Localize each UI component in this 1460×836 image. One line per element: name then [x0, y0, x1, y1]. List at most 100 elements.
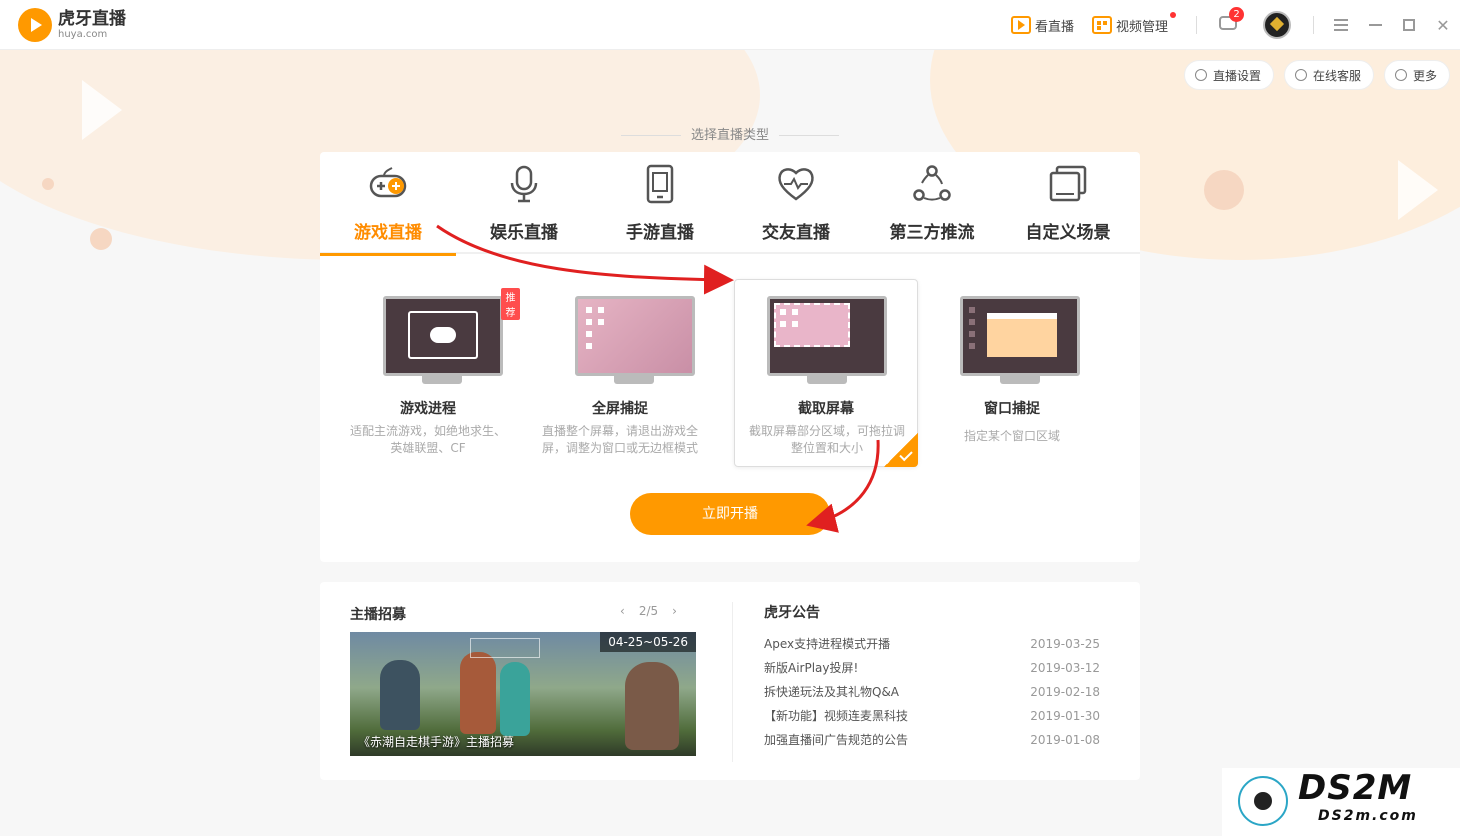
minimize-icon	[1368, 24, 1382, 26]
title-bar-actions: 看直播 视频管理 2 ✕	[1010, 0, 1460, 50]
desktop-icons	[586, 307, 592, 313]
title-bar: 虎牙直播 huya.com 看直播 视频管理 2 ✕	[0, 0, 1460, 50]
notice-date: 2019-02-18	[1030, 685, 1100, 699]
recruit-title: 主播招募	[350, 607, 406, 623]
banner-game-logo	[470, 638, 540, 658]
banner-date: 04-25~05-26	[600, 632, 696, 652]
minimize-button[interactable]	[1358, 0, 1392, 50]
gamepad-icon	[369, 167, 407, 198]
watermark-logo: DS2M DS2m.com	[1222, 768, 1460, 836]
logo-text: 虎牙直播 huya.com	[58, 8, 126, 40]
tab-custom-scene[interactable]: 自定义场景	[1000, 152, 1136, 254]
tab-label: 游戏直播	[354, 223, 422, 243]
huya-logo-icon	[18, 8, 52, 42]
decor-dot	[90, 228, 112, 250]
option-title: 截取屏幕	[798, 401, 854, 417]
option-full-screen[interactable]: 全屏捕捉 直播整个屏幕，请退出游戏全屏，调整为窗口或无边框模式	[528, 280, 712, 468]
decor-dot	[42, 178, 54, 190]
banner-figure	[460, 652, 496, 734]
app-name: 虎牙直播	[58, 8, 126, 29]
option-region-capture[interactable]: 截取屏幕 截取屏幕部分区域，可拖拉调整位置和大小	[734, 279, 918, 467]
online-service-button[interactable]: 在线客服	[1283, 60, 1374, 90]
notice-text: 新版AirPlay投屏!	[764, 661, 859, 675]
monitor-stand	[422, 376, 462, 384]
tab-third-party-stream[interactable]: 第三方推流	[864, 152, 1000, 254]
banner-figure	[500, 662, 530, 736]
desktop-icons	[780, 309, 786, 315]
close-button[interactable]: ✕	[1426, 0, 1460, 50]
section-title-text: 选择直播类型	[690, 128, 769, 143]
notice-date: 2019-03-12	[1030, 661, 1100, 675]
atom-icon	[1238, 776, 1288, 826]
share-nodes-icon	[913, 165, 951, 201]
live-settings-button[interactable]: 直播设置	[1183, 60, 1274, 90]
more-button[interactable]: 更多	[1383, 60, 1450, 90]
live-type-tabs: 游戏直播 娱乐直播 手游直播 交友直播 第三方推流 自定义场景	[320, 152, 1140, 256]
banner-figure	[625, 662, 679, 750]
option-desc: 直播整个屏幕，请退出游戏全屏，调整为窗口或无边框模式	[542, 424, 699, 455]
option-title: 全屏捕捉	[592, 401, 648, 417]
notice-text: Apex支持进程模式开播	[764, 637, 891, 651]
watermark-domain: DS2m.com	[1318, 808, 1418, 824]
user-avatar[interactable]	[1263, 11, 1291, 39]
quick-actions: 直播设置 在线客服 更多	[1174, 60, 1450, 90]
decor-dot	[1204, 170, 1244, 210]
notice-item[interactable]: 【新功能】视频连麦黑科技 2019-01-30	[764, 704, 1100, 728]
microphone-icon	[510, 165, 538, 203]
monitor-window-icon	[960, 296, 1080, 376]
divider	[1196, 16, 1197, 34]
option-title: 窗口捕捉	[984, 401, 1040, 417]
start-live-button[interactable]: 立即开播	[630, 493, 830, 535]
gamepad-icon	[430, 327, 456, 343]
gear-icon	[1194, 69, 1207, 81]
recruit-banner[interactable]: 04-25~05-26 《赤潮自走棋手游》主播招募	[350, 632, 696, 756]
maximize-button[interactable]	[1392, 0, 1426, 50]
app-logo[interactable]: 虎牙直播 huya.com	[18, 8, 126, 42]
notice-text: 【新功能】视频连麦黑科技	[764, 709, 909, 723]
banner-figure	[380, 660, 420, 730]
hamburger-icon	[1334, 24, 1348, 26]
section-title: 选择直播类型	[0, 124, 1460, 143]
tab-entertainment-live[interactable]: 娱乐直播	[456, 152, 592, 254]
messages-button[interactable]: 2	[1219, 7, 1244, 34]
notice-item[interactable]: Apex支持进程模式开播 2019-03-25	[764, 632, 1100, 656]
notice-text: 拆快递玩法及其礼物Q&A	[764, 685, 900, 699]
notice-date: 2019-01-08	[1030, 733, 1100, 747]
divider	[1313, 16, 1314, 34]
live-settings-label: 直播设置	[1212, 68, 1261, 83]
watermark-text: DS2M	[1298, 768, 1413, 808]
heart-pulse-icon	[778, 168, 814, 201]
option-game-process[interactable]: 推荐 游戏进程 适配主流游戏，如绝地求生、英雄联盟、CF	[336, 280, 520, 468]
notice-date: 2019-01-30	[1030, 709, 1100, 723]
close-icon: ✕	[1436, 15, 1450, 35]
tab-game-live[interactable]: 游戏直播	[320, 152, 456, 256]
divider	[732, 602, 733, 762]
menu-button[interactable]	[1324, 0, 1358, 50]
next-arrow-icon[interactable]: ›	[672, 604, 677, 618]
maximize-icon	[1403, 19, 1415, 31]
more-label: 更多	[1412, 68, 1437, 83]
monitor-stand	[614, 376, 654, 384]
tab-mobile-game-live[interactable]: 手游直播	[592, 152, 728, 254]
option-window-capture[interactable]: 窗口捕捉 指定某个窗口区域	[920, 280, 1104, 468]
notice-date: 2019-03-25	[1030, 637, 1100, 651]
phone-icon	[646, 164, 674, 204]
option-desc: 适配主流游戏，如绝地求生、英雄联盟、CF	[350, 424, 507, 455]
tab-label: 手游直播	[626, 223, 694, 243]
watch-live-label: 看直播	[1034, 19, 1074, 35]
notice-item[interactable]: 加强直播间广告规范的公告 2019-01-08	[764, 728, 1100, 752]
tab-dating-live[interactable]: 交友直播	[728, 152, 864, 254]
tab-label: 第三方推流	[889, 223, 975, 243]
message-count-badge: 2	[1229, 7, 1244, 22]
watch-live-button[interactable]: 看直播	[1010, 16, 1074, 35]
decor-play-icon	[1398, 160, 1438, 220]
info-card: 主播招募 ‹ 2/5 › 04-25~05-26 《赤潮自走棋手游》主播招募 虎牙公…	[320, 582, 1140, 780]
notice-item[interactable]: 拆快递玩法及其礼物Q&A 2019-02-18	[764, 680, 1100, 704]
tab-label: 交友直播	[762, 223, 830, 243]
prev-arrow-icon[interactable]: ‹	[620, 604, 625, 618]
notice-item[interactable]: 新版AirPlay投屏! 2019-03-12	[764, 656, 1100, 680]
live-type-card: 游戏直播 娱乐直播 手游直播 交友直播 第三方推流 自定义场景 推荐 游戏进程 …	[320, 152, 1140, 562]
desktop-icons	[969, 307, 975, 313]
app-domain: huya.com	[58, 28, 108, 40]
video-manage-button[interactable]: 视频管理	[1091, 11, 1176, 35]
